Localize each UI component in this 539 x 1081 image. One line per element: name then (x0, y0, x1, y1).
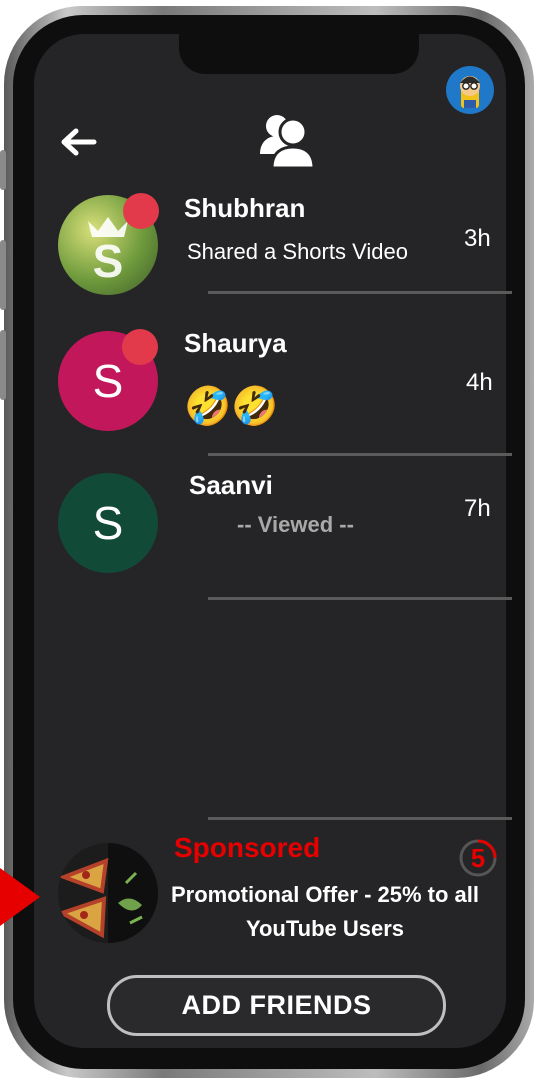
chat-message: Shared a Shorts Video (187, 239, 408, 264)
sponsored-thumbnail[interactable] (58, 843, 158, 943)
chat-name: Saanvi (189, 470, 273, 500)
side-button (0, 240, 6, 310)
side-button (0, 330, 6, 400)
svg-text:S: S (93, 235, 124, 287)
promo-text[interactable]: Promotional Offer - 25% to all YouTube U… (170, 878, 480, 946)
chat-time: 7h (464, 495, 491, 522)
divider (208, 817, 512, 820)
chat-time: 3h (464, 225, 491, 252)
chat-time: 4h (466, 369, 493, 396)
avatar-cartoon-icon (460, 76, 480, 108)
side-button (0, 150, 6, 190)
countdown-value: 5 (471, 843, 485, 873)
pointer-arrow-icon (0, 868, 40, 926)
profile-avatar[interactable] (446, 66, 494, 114)
chat-avatar[interactable]: S (58, 473, 158, 573)
notch (179, 34, 506, 74)
divider (208, 453, 512, 456)
unread-badge (122, 329, 158, 365)
chat-name: Shubhran (184, 193, 306, 223)
arrow-left-icon[interactable] (58, 122, 98, 162)
chat-name: Shaurya (184, 328, 287, 358)
camera-icon (499, 42, 506, 54)
people-icon[interactable] (258, 110, 314, 170)
divider (208, 291, 512, 294)
pizza-image-icon (58, 843, 158, 943)
add-friends-button[interactable]: ADD FRIENDS (107, 975, 446, 1036)
unread-badge (123, 193, 159, 229)
countdown-timer-icon: 5 (459, 839, 497, 877)
divider (208, 597, 512, 600)
sponsored-label: Sponsored (174, 832, 321, 863)
chat-status: -- Viewed -- (237, 512, 354, 537)
chat-message: 🤣🤣 (184, 386, 279, 428)
